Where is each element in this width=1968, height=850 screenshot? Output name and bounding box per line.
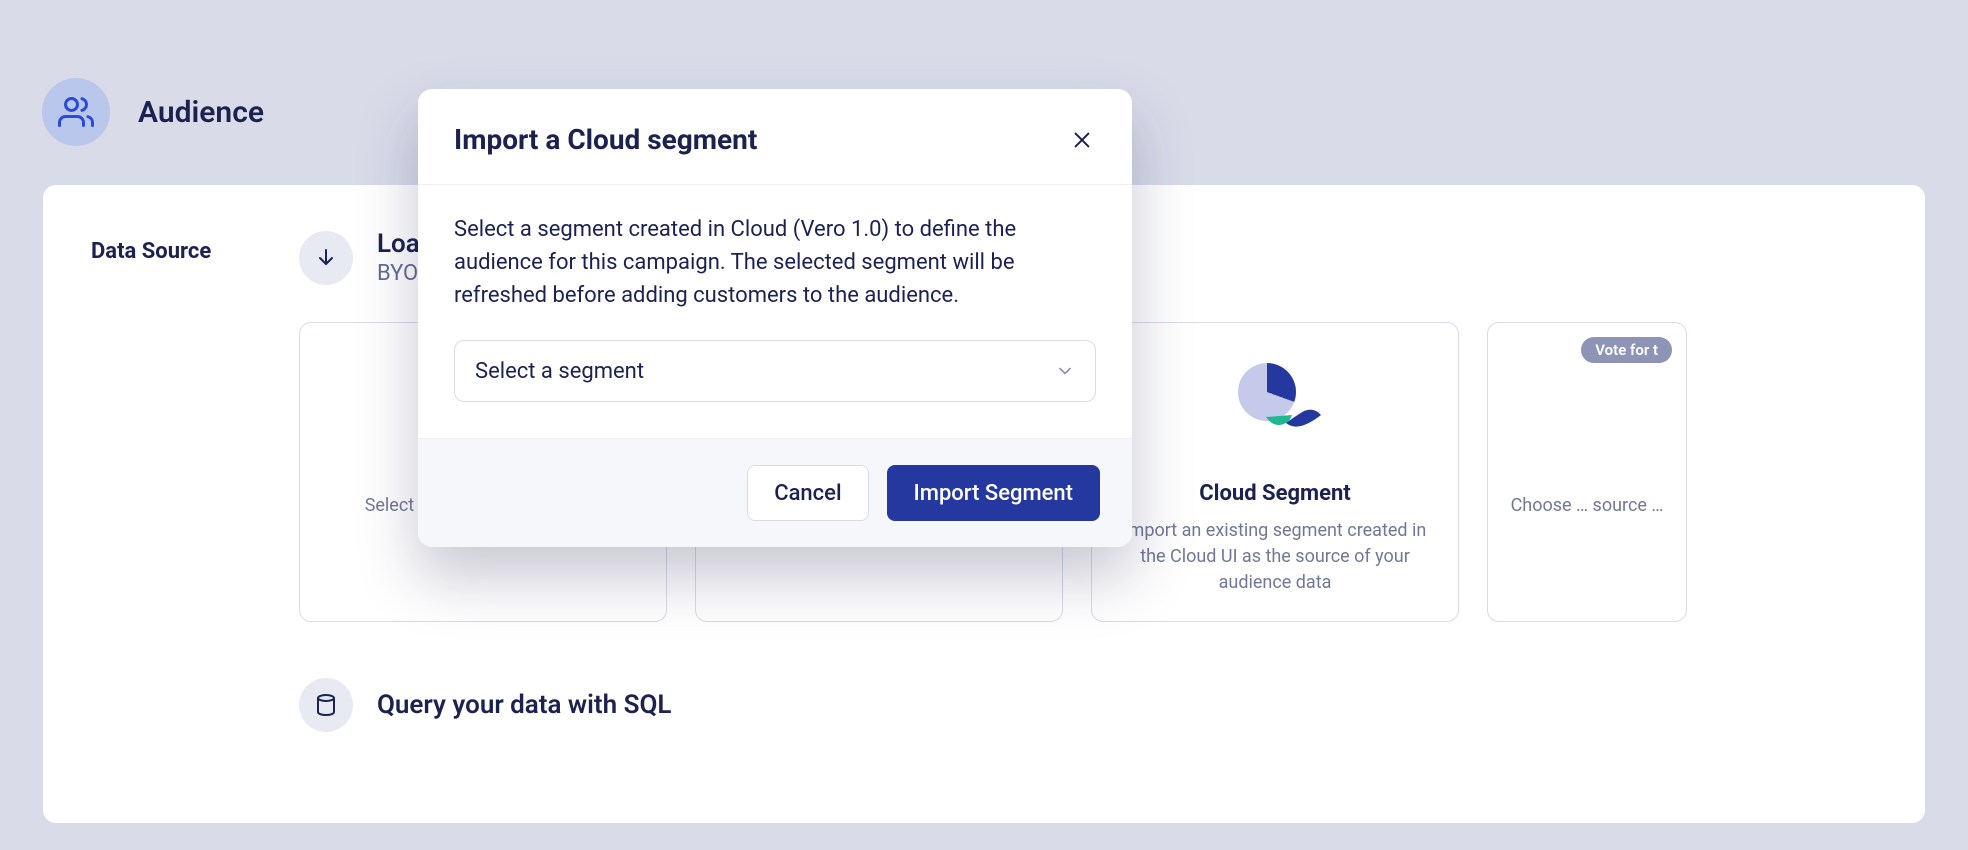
chevron-down-icon [1055,361,1075,381]
segment-select-placeholder: Select a segment [475,359,644,384]
modal-title: Import a Cloud segment [454,123,757,156]
database-icon [299,678,353,732]
tile-cloud-segment[interactable]: Cloud Segment Import an existing segment… [1091,322,1459,622]
import-cloud-segment-modal: Import a Cloud segment Select a segment … [418,89,1132,547]
vote-badge[interactable]: Vote for t [1581,337,1672,363]
segment-select[interactable]: Select a segment [454,340,1096,402]
page-title: Audience [138,95,264,130]
cloud-segment-icon [1230,363,1320,437]
cancel-button[interactable]: Cancel [747,465,868,521]
import-segment-button[interactable]: Import Segment [887,465,1100,521]
close-button[interactable] [1068,126,1096,154]
tile-description: Choose … source … [1511,493,1664,519]
tile-title: Cloud Segment [1199,481,1351,506]
sql-header: Query your data with SQL [299,678,1877,732]
tile-description: Import an existing segment created in th… [1114,518,1436,596]
sql-title: Query your data with SQL [377,690,671,720]
modal-description: Select a segment created in Cloud (Vero … [454,213,1096,312]
section-label: Data Source [91,229,251,264]
tile-icon-placeholder [1542,363,1632,437]
tile-option[interactable]: Vote for t Choose … source … [1487,322,1687,622]
audience-icon [42,78,110,146]
download-icon [299,231,353,285]
